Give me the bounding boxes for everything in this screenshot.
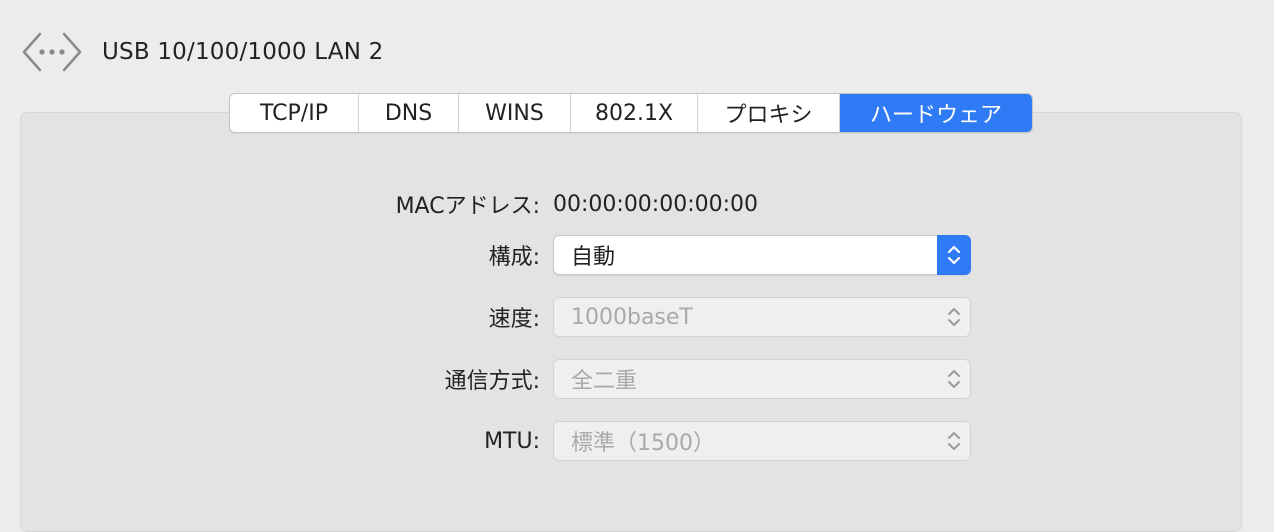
duplex-stepper xyxy=(937,359,971,399)
tab-tcpip[interactable]: TCP/IP xyxy=(230,94,359,132)
tab-wins[interactable]: WINS xyxy=(459,94,571,132)
duplex-select[interactable]: 全二重 xyxy=(553,359,971,399)
mtu-select[interactable]: 標準（1500） xyxy=(553,421,971,461)
chevron-up-down-icon xyxy=(948,432,960,450)
speed-label: 速度: xyxy=(488,307,540,332)
configuration-label: 構成: xyxy=(488,245,540,270)
mtu-value: 標準（1500） xyxy=(571,431,715,456)
duplex-label: 通信方式: xyxy=(444,369,540,394)
speed-stepper xyxy=(937,297,971,337)
chevron-up-down-icon xyxy=(947,245,961,265)
configuration-stepper[interactable] xyxy=(937,235,971,275)
tab-bar: TCP/IP DNS WINS 802.1X プロキシ ハードウェア xyxy=(229,93,1033,133)
tab-proxy[interactable]: プロキシ xyxy=(698,94,840,132)
speed-row: 速度: 1000baseT xyxy=(0,297,1274,337)
duplex-value: 全二重 xyxy=(571,369,638,394)
configuration-select[interactable]: 自動 xyxy=(553,235,971,275)
interface-header: USB 10/100/1000 LAN 2 xyxy=(20,28,383,76)
mac-address-value: 00:00:00:00:00:00 xyxy=(553,191,759,217)
mtu-label: MTU: xyxy=(484,428,540,454)
network-interface-icon xyxy=(22,32,82,72)
speed-select[interactable]: 1000baseT xyxy=(553,297,971,337)
mac-address-label: MACアドレス: xyxy=(395,194,540,219)
tab-dns[interactable]: DNS xyxy=(359,94,459,132)
configuration-value: 自動 xyxy=(571,245,616,270)
tab-8021x[interactable]: 802.1X xyxy=(571,94,698,132)
chevron-up-down-icon xyxy=(948,308,960,326)
configuration-row: 構成: 自動 xyxy=(0,235,1274,275)
tab-hardware[interactable]: ハードウェア xyxy=(840,94,1032,132)
duplex-row: 通信方式: 全二重 xyxy=(0,359,1274,399)
speed-value: 1000baseT xyxy=(571,304,693,330)
mtu-row: MTU: 標準（1500） xyxy=(0,421,1274,461)
mtu-stepper xyxy=(937,421,971,461)
mac-address-row: MACアドレス: 00:00:00:00:00:00 xyxy=(0,184,1274,224)
interface-name: USB 10/100/1000 LAN 2 xyxy=(102,39,384,65)
chevron-up-down-icon xyxy=(948,370,960,388)
